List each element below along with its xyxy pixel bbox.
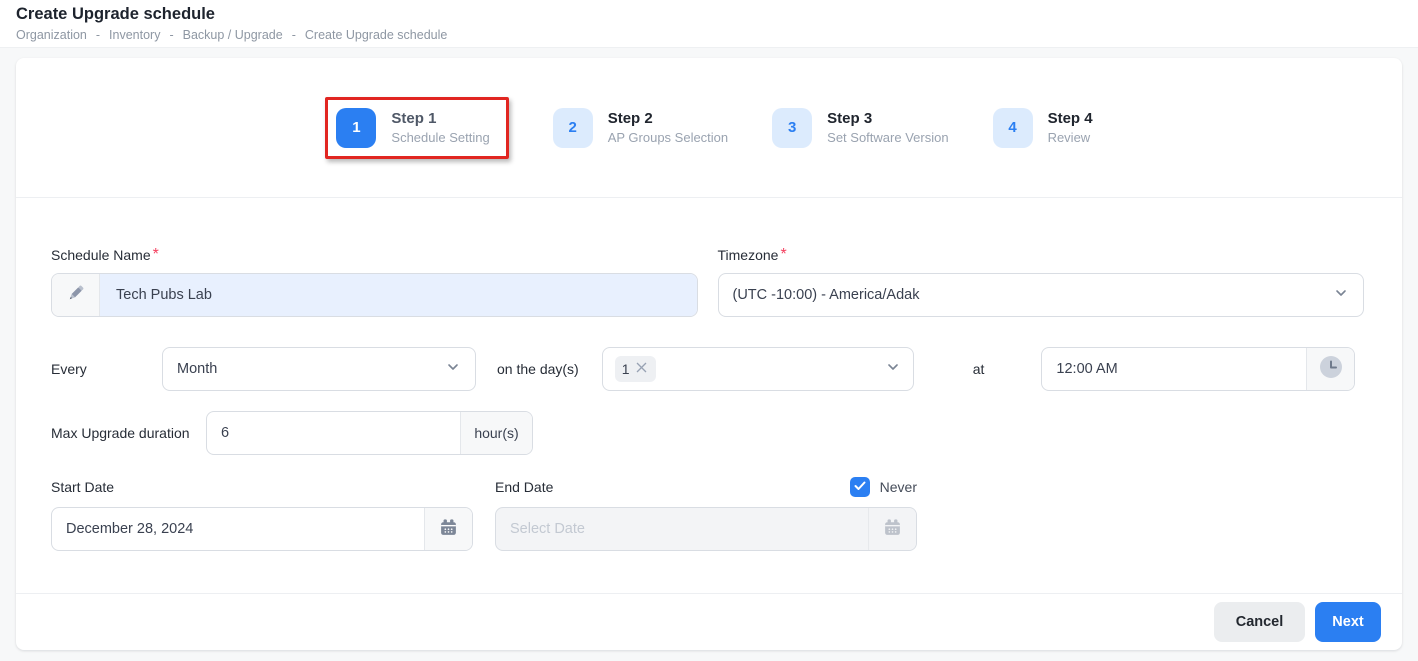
wizard-stepper: 1 Step 1 Schedule Setting 2 Step 2 AP Gr… xyxy=(16,58,1402,198)
form-body: Schedule Name * xyxy=(16,246,1402,551)
end-date-input xyxy=(496,508,868,550)
required-asterisk: * xyxy=(780,246,786,264)
chevron-down-icon xyxy=(885,359,901,379)
start-date-field-group: Start Date xyxy=(51,477,473,551)
on-the-days-label: on the day(s) xyxy=(497,361,579,377)
step-1-title: Step 1 xyxy=(391,110,489,127)
start-date-label: Start Date xyxy=(51,479,114,495)
breadcrumb-item-backup-upgrade[interactable]: Backup / Upgrade xyxy=(183,28,283,42)
wizard-footer: Cancel Next xyxy=(16,593,1402,650)
breadcrumb-item-organization[interactable]: Organization xyxy=(16,28,87,42)
page-header: Create Upgrade schedule Organization - I… xyxy=(0,0,1418,48)
never-label: Never xyxy=(880,479,917,495)
frequency-select[interactable]: Month xyxy=(162,347,476,391)
next-button[interactable]: Next xyxy=(1315,602,1381,642)
never-checkbox[interactable] xyxy=(850,477,870,497)
day-tag: 1 xyxy=(615,356,656,382)
end-date-picker-button xyxy=(868,508,916,550)
chevron-down-icon xyxy=(445,359,461,379)
stepper-step-4[interactable]: 4 Step 4 Review xyxy=(993,108,1093,148)
start-date-picker-button[interactable] xyxy=(424,508,472,550)
breadcrumb: Organization - Inventory - Backup / Upgr… xyxy=(16,28,1402,42)
step-1-subtitle: Schedule Setting xyxy=(391,130,489,145)
max-upgrade-duration-label: Max Upgrade duration xyxy=(51,425,206,441)
stepper-step-3[interactable]: 3 Step 3 Set Software Version xyxy=(772,108,948,148)
step-3-badge: 3 xyxy=(772,108,812,148)
pencil-addon xyxy=(52,274,100,316)
schedule-name-field-group: Schedule Name * xyxy=(51,246,698,317)
at-label: at xyxy=(973,361,985,377)
timezone-label: Timezone xyxy=(718,247,779,263)
step-2-badge: 2 xyxy=(553,108,593,148)
end-date-field-group: End Date Never xyxy=(495,477,917,551)
breadcrumb-item-current: Create Upgrade schedule xyxy=(305,28,447,42)
days-multiselect[interactable]: 1 xyxy=(602,347,914,391)
pencil-icon xyxy=(66,283,86,307)
breadcrumb-separator: - xyxy=(169,28,173,42)
start-date-input[interactable] xyxy=(52,508,424,550)
calendar-icon xyxy=(883,518,902,541)
timezone-select[interactable]: (UTC -10:00) - America/Adak xyxy=(718,273,1365,317)
breadcrumb-separator: - xyxy=(292,28,296,42)
wizard-card: 1 Step 1 Schedule Setting 2 Step 2 AP Gr… xyxy=(16,58,1402,650)
time-input[interactable] xyxy=(1042,348,1306,390)
page-title: Create Upgrade schedule xyxy=(16,5,1402,24)
start-date-control xyxy=(51,507,473,551)
end-date-control xyxy=(495,507,917,551)
duration-control: hour(s) xyxy=(206,411,533,455)
step1-annotation-box: 1 Step 1 Schedule Setting xyxy=(325,97,508,159)
step-3-title: Step 3 xyxy=(827,110,948,127)
frequency-selected-value: Month xyxy=(177,361,217,377)
day-tag-value: 1 xyxy=(622,361,630,377)
breadcrumb-separator: - xyxy=(96,28,100,42)
chevron-down-icon xyxy=(1333,285,1349,305)
breadcrumb-item-inventory[interactable]: Inventory xyxy=(109,28,160,42)
stepper-step-1[interactable]: 1 Step 1 Schedule Setting xyxy=(336,108,489,148)
duration-unit-addon: hour(s) xyxy=(460,412,532,454)
timezone-selected-value: (UTC -10:00) - America/Adak xyxy=(733,287,920,303)
required-asterisk: * xyxy=(153,246,159,264)
schedule-name-input[interactable] xyxy=(100,274,697,316)
every-label: Every xyxy=(51,361,162,377)
close-icon[interactable] xyxy=(634,360,649,378)
schedule-name-control xyxy=(51,273,698,317)
step-4-subtitle: Review xyxy=(1048,130,1093,145)
step-2-subtitle: AP Groups Selection xyxy=(608,130,728,145)
step-2-title: Step 2 xyxy=(608,110,728,127)
step-4-badge: 4 xyxy=(993,108,1033,148)
check-icon xyxy=(854,478,866,496)
step-1-badge: 1 xyxy=(336,108,376,148)
calendar-icon xyxy=(439,518,458,541)
duration-input[interactable] xyxy=(207,412,460,454)
never-toggle-group: Never xyxy=(850,477,917,497)
step-4-title: Step 4 xyxy=(1048,110,1093,127)
time-picker-button[interactable] xyxy=(1306,348,1354,390)
clock-icon xyxy=(1318,354,1344,384)
stepper-step-2[interactable]: 2 Step 2 AP Groups Selection xyxy=(553,108,728,148)
time-control xyxy=(1041,347,1355,391)
timezone-field-group: Timezone * (UTC -10:00) - America/Adak xyxy=(718,246,1365,317)
end-date-label: End Date xyxy=(495,479,553,495)
step-3-subtitle: Set Software Version xyxy=(827,130,948,145)
schedule-name-label: Schedule Name xyxy=(51,247,151,263)
cancel-button[interactable]: Cancel xyxy=(1214,602,1305,642)
